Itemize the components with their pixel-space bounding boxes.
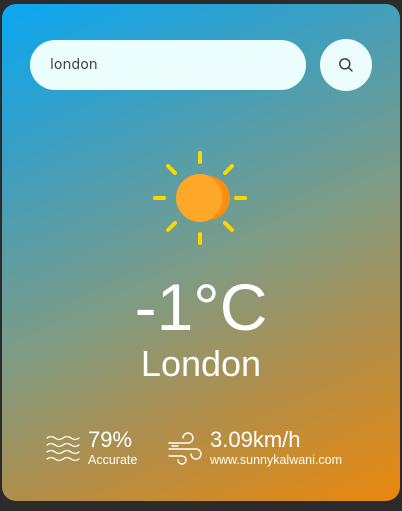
sun-icon <box>153 151 247 245</box>
wind-label: www.sunnykalwani.com <box>210 453 342 467</box>
search-button[interactable] <box>320 39 372 91</box>
city-name: London <box>140 343 262 384</box>
weather-card: -1°C London 79% Accurate 3.09km/h <box>2 4 400 501</box>
temperature-readout: -1°C <box>134 270 268 344</box>
search-icon <box>339 58 353 72</box>
humidity-detail: 79% Accurate <box>44 429 137 468</box>
wind-speed-value: 3.09km/h <box>210 427 301 452</box>
wind-icon <box>168 431 202 465</box>
waves-icon <box>46 435 80 461</box>
search-bar <box>30 40 306 90</box>
wind-detail: 3.09km/h www.sunnykalwani.com <box>166 429 342 468</box>
search-input[interactable] <box>50 57 306 73</box>
humidity-label: Accurate <box>88 453 138 467</box>
humidity-value: 79% <box>88 427 133 452</box>
